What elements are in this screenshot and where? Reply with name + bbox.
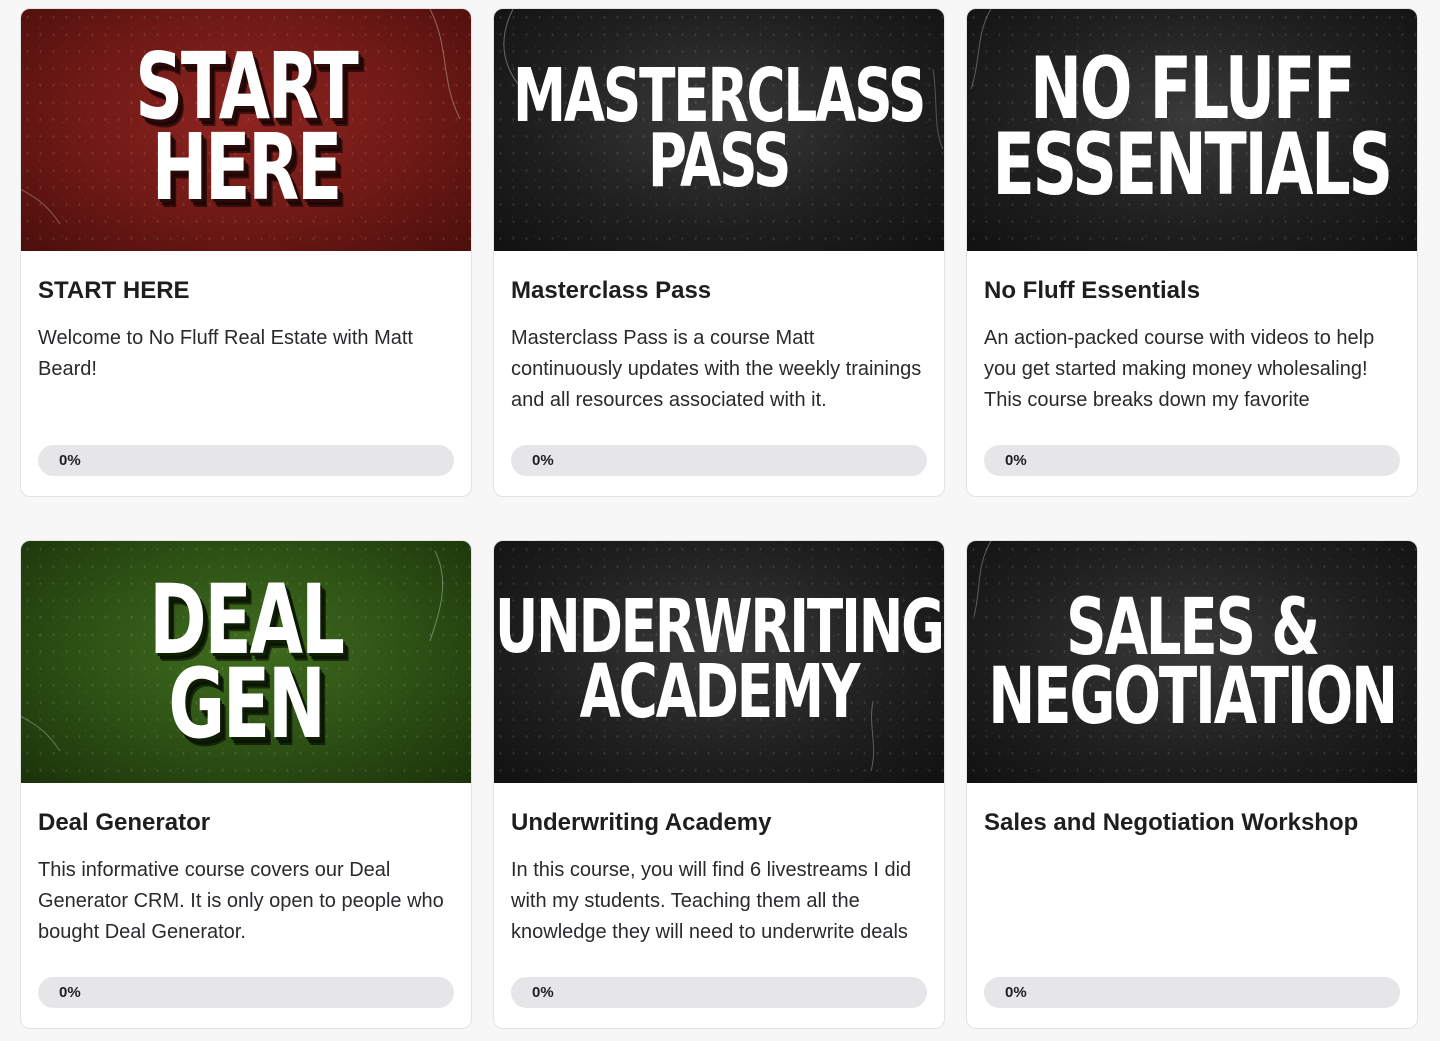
- thumbnail-title-text: START HERE: [135, 33, 359, 221]
- thumbnail-title-text: SALES & NEGOTIATION: [988, 583, 1398, 742]
- course-progress-bar: 0%: [38, 445, 454, 476]
- course-card-no-fluff-essentials[interactable]: NO FLUFF ESSENTIALS No Fluff Essentials …: [966, 8, 1418, 497]
- course-description: This informative course covers our Deal …: [38, 859, 444, 943]
- thumbnail-title-text: NO FLUFF ESSENTIALS: [992, 39, 1394, 215]
- course-title[interactable]: No Fluff Essentials: [984, 277, 1400, 305]
- course-thumbnail[interactable]: DEAL GEN: [21, 541, 471, 783]
- course-thumbnail[interactable]: NO FLUFF ESSENTIALS: [967, 9, 1417, 251]
- course-progress-label: 0%: [59, 452, 81, 469]
- course-title[interactable]: Masterclass Pass: [511, 277, 927, 305]
- course-title[interactable]: START HERE: [38, 277, 454, 305]
- course-progress-bar: 0%: [984, 977, 1400, 1008]
- thumbnail-title-text: MASTERCLASS PASS: [513, 52, 926, 204]
- course-card-masterclass-pass[interactable]: MASTERCLASS PASS Masterclass Pass Master…: [493, 8, 945, 497]
- course-description: Masterclass Pass is a course Matt contin…: [511, 327, 922, 411]
- course-thumbnail[interactable]: START HERE: [21, 9, 471, 251]
- course-progress-bar: 0%: [511, 977, 927, 1008]
- course-progress-bar: 0%: [38, 977, 454, 1008]
- course-title[interactable]: Sales and Negotiation Workshop: [984, 809, 1400, 837]
- course-card-start-here[interactable]: START HERE START HERE Welcome to No Fluf…: [20, 8, 472, 497]
- course-title[interactable]: Deal Generator: [38, 809, 454, 837]
- course-grid: START HERE START HERE Welcome to No Fluf…: [20, 8, 1418, 1029]
- thumbnail-title-text: DEAL GEN: [149, 563, 345, 760]
- course-thumbnail[interactable]: UNDERWRITING ACADEMY: [494, 541, 944, 783]
- course-description: In this course, you will find 6 livestre…: [511, 859, 912, 943]
- course-progress-label: 0%: [1005, 984, 1027, 1001]
- course-progress-label: 0%: [532, 452, 554, 469]
- course-title[interactable]: Underwriting Academy: [511, 809, 927, 837]
- course-progress-bar: 0%: [511, 445, 927, 476]
- course-card-sales-negotiation[interactable]: SALES & NEGOTIATION Sales and Negotiatio…: [966, 540, 1418, 1029]
- thumbnail-title-text: UNDERWRITING ACADEMY: [495, 583, 944, 735]
- course-progress-bar: 0%: [984, 445, 1400, 476]
- course-progress-label: 0%: [1005, 452, 1027, 469]
- course-progress-label: 0%: [532, 984, 554, 1001]
- course-card-deal-generator[interactable]: DEAL GEN Deal Generator This informative…: [20, 540, 472, 1029]
- course-description: An action-packed course with videos to h…: [984, 327, 1375, 411]
- course-description: [984, 855, 1400, 948]
- course-card-underwriting-academy[interactable]: UNDERWRITING ACADEMY Underwriting Academ…: [493, 540, 945, 1029]
- course-thumbnail[interactable]: MASTERCLASS PASS: [494, 9, 944, 251]
- course-thumbnail[interactable]: SALES & NEGOTIATION: [967, 541, 1417, 783]
- course-progress-label: 0%: [59, 984, 81, 1001]
- course-description: Welcome to No Fluff Real Estate with Mat…: [38, 327, 413, 380]
